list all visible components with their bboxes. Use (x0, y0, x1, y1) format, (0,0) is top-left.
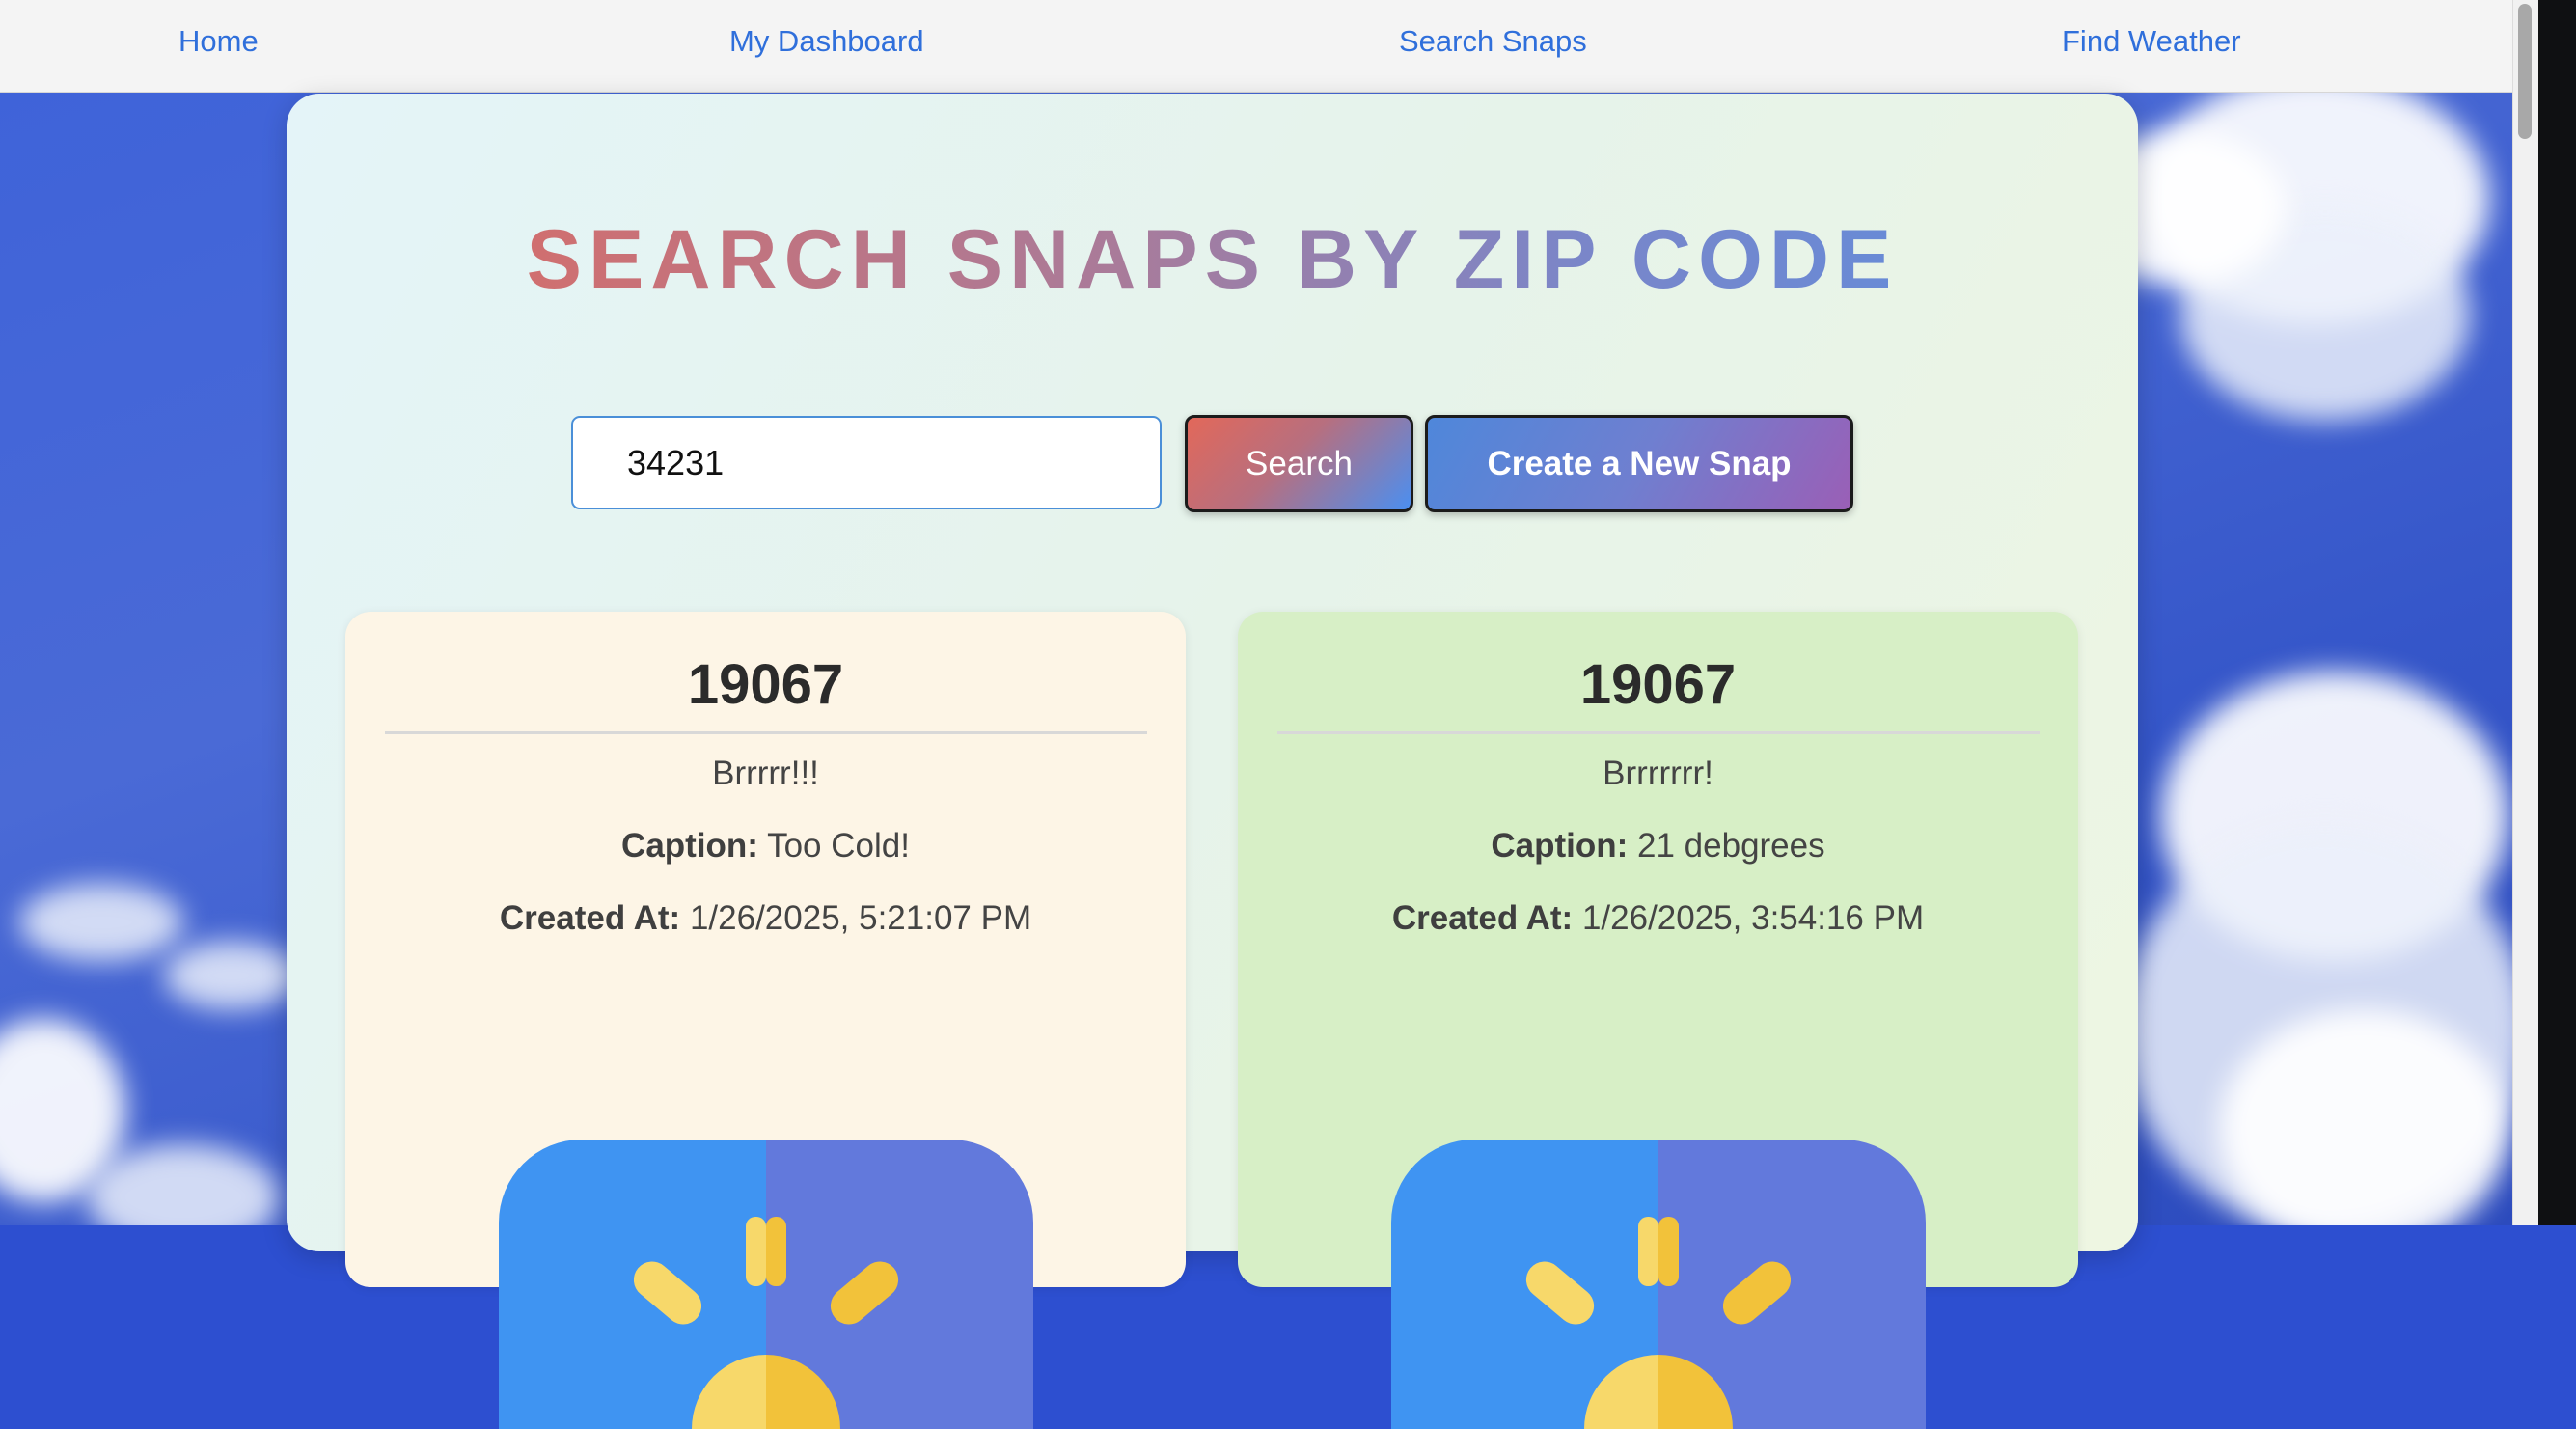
snap-zip: 19067 (1579, 653, 1737, 716)
snap-card: 19067 Brrrrr!!! Caption: Too Cold! Creat… (345, 612, 1186, 1429)
created-at-value: 1/26/2025, 5:21:07 PM (689, 899, 1032, 937)
sun-weather-icon (1391, 1140, 1926, 1429)
snap-created-at: Created At: 1/26/2025, 5:21:07 PM (345, 899, 1186, 938)
nav-search-snaps-link[interactable]: Search Snaps (1399, 24, 1587, 59)
snap-caption: Caption: Too Cold! (345, 827, 1186, 866)
scrollbar[interactable] (2512, 0, 2538, 1225)
created-at-label: Created At: (1391, 899, 1574, 937)
snap-zip: 19067 (687, 653, 844, 716)
page-title: SEARCH SNAPS BY ZIP CODE (287, 212, 2138, 308)
nav-dashboard-link[interactable]: My Dashboard (729, 24, 924, 59)
caption-label: Caption: (1491, 827, 1629, 865)
top-navigation: Home My Dashboard Search Snaps Find Weat… (0, 0, 2512, 93)
zip-search-input[interactable] (571, 416, 1162, 509)
caption-label: Caption: (621, 827, 758, 865)
snap-caption: Caption: 21 debgrees (1238, 827, 2078, 866)
sun-weather-icon (499, 1140, 1033, 1429)
search-button[interactable]: Search (1185, 415, 1413, 512)
created-at-label: Created At: (499, 899, 681, 937)
snap-text: Brrrrrrr! (1603, 755, 1713, 792)
caption-value: Too Cold! (767, 827, 910, 865)
card-divider (385, 731, 1147, 734)
created-at-value: 1/26/2025, 3:54:16 PM (1581, 899, 1925, 937)
caption-value: 21 debgrees (1637, 827, 1825, 865)
snap-card: 19067 Brrrrrrr! Caption: 21 debgrees Cre… (1238, 612, 2078, 1429)
card-divider (1277, 731, 2040, 734)
snap-created-at: Created At: 1/26/2025, 3:54:16 PM (1238, 899, 2078, 938)
nav-home-link[interactable]: Home (178, 24, 259, 59)
scrollbar-thumb[interactable] (2518, 4, 2532, 139)
nav-find-weather-link[interactable]: Find Weather (2062, 24, 2241, 59)
search-panel: SEARCH SNAPS BY ZIP CODE Search Create a… (287, 94, 2138, 1429)
create-snap-button[interactable]: Create a New Snap (1425, 415, 1853, 512)
snap-text: Brrrrr!!! (712, 755, 819, 792)
